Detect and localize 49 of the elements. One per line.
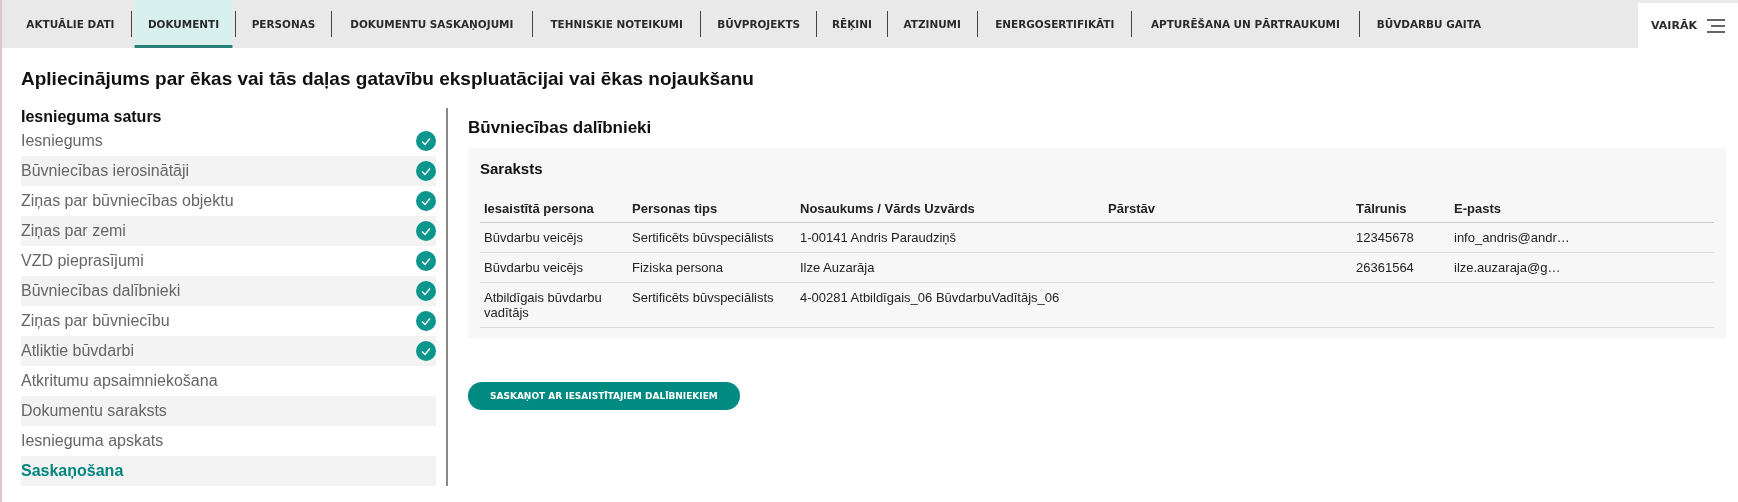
column-header: Nosaukums / Vārds Uzvārds (796, 195, 1104, 223)
sidebar-item[interactable]: Atliktie būvdarbi (21, 336, 436, 366)
table-cell: 26361564 (1356, 260, 1414, 275)
card-title: Saraksts (480, 160, 544, 177)
sidebar-item[interactable]: Ziņas par būvniecību (21, 306, 436, 336)
sidebar-item[interactable]: Iesnieguma apskats (21, 426, 436, 456)
table-cell: Atbildīgais būvdarbu vadītājs (484, 290, 602, 320)
column-header: E-pasts (1450, 195, 1714, 223)
sidebar-item[interactable]: Ziņas par būvniecības objektu (21, 186, 436, 216)
page-title: Apliecinājums par ēkas vai tās daļas gatavību ekspluatācijai vai ēkas nojaukšanu (21, 68, 755, 90)
nav-tab[interactable]: BŪVPROJEKTS (703, 0, 814, 48)
nav-tab[interactable]: BŪVDARBU GAITA (1363, 0, 1495, 48)
sidebar-item[interactable]: Saskaņošana (21, 456, 436, 486)
nav-tab[interactable]: DOKUMENTI (134, 0, 233, 48)
sidebar-heading: Iesnieguma saturs (21, 108, 163, 126)
sidebar-item[interactable]: Atkritumu apsaimniekošana (21, 366, 436, 396)
table-cell: 12345678 (1356, 230, 1414, 245)
sidebar-item[interactable]: Būvniecības ierosinātāji (21, 156, 436, 186)
sidebar-item[interactable]: Dokumentu saraksts (21, 396, 436, 426)
table-cell: Ilze Auzarāja (800, 260, 875, 275)
sidebar-item[interactable]: VZD pieprasījumi (21, 246, 436, 276)
table-cell: info_andris@andr… (1454, 230, 1570, 245)
column-header: Pārstāv (1104, 195, 1352, 223)
nav-tab[interactable]: RĒĶINI (818, 0, 886, 48)
sidebar-item[interactable]: Ziņas par zemi (21, 216, 436, 246)
more-button[interactable]: VAIRĀK (1638, 3, 1738, 48)
nav-tab[interactable]: TEHNISKIE NOTEIKUMI (536, 0, 696, 48)
nav-tab[interactable]: APTURĒŠANA UN PĀRTRAUKUMI (1137, 0, 1354, 48)
nav-tab[interactable]: ENERGOSERTIFIKĀTI (981, 0, 1128, 48)
sidebar-item[interactable]: Būvniecības dalībnieki (21, 276, 436, 306)
menu-icon (1706, 18, 1725, 33)
table-cell: 4-00281 Atbildīgais_06 BūvdarbuVadītājs_06 (800, 290, 1060, 305)
nav-tab[interactable]: AKTUĀLIE DATI (13, 0, 128, 48)
table-cell: ilze.auzaraja@g… (1454, 260, 1561, 275)
table-cell: Fiziska persona (632, 260, 724, 275)
nav-tab[interactable]: PERSONAS (238, 0, 329, 48)
nav-tab[interactable]: ATZINUMI (890, 0, 975, 48)
column-header: Tālrunis (1352, 195, 1450, 223)
nav-tab[interactable]: DOKUMENTU SASKAŅOJUMI (336, 0, 527, 48)
table-cell: 1-00141 Andris Paraudziņš (800, 230, 957, 245)
section-title: Būvniecības dalībnieki (468, 118, 653, 138)
sidebar-item[interactable]: Iesniegums (21, 126, 436, 156)
table-cell: Sertificēts būvspeciālists (632, 290, 774, 305)
approve-button[interactable]: SASKAŅOT AR IESAISTĪTAJIEM DALĪBNIEKIEM (468, 382, 740, 410)
column-header: Personas tips (628, 195, 796, 223)
table-cell: Būvdarbu veicējs (484, 260, 583, 275)
column-header: Iesaistītā persona (480, 195, 628, 223)
table-cell: Būvdarbu veicējs (484, 230, 583, 245)
table-cell: Sertificēts būvspeciālists (632, 230, 774, 245)
